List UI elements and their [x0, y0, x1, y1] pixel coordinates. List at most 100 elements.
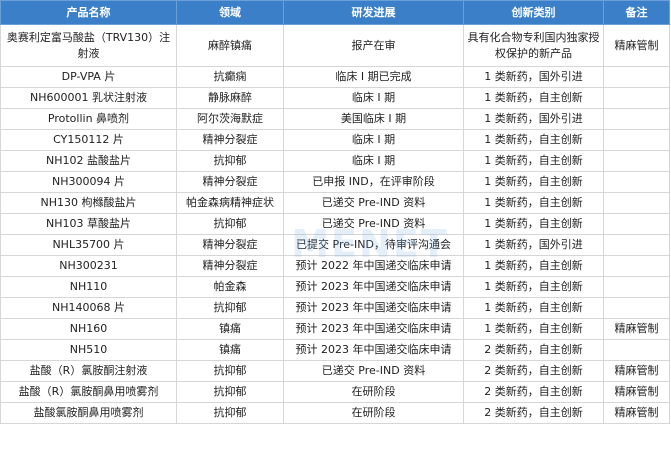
cell-field: 静脉麻醉 — [176, 87, 284, 109]
cell-innovation-category: 1 类新药，自主创新 — [463, 87, 604, 109]
cell-remark — [603, 255, 670, 277]
cell-field: 精神分裂症 — [176, 129, 284, 151]
cell-remark — [603, 150, 670, 172]
cell-innovation-category: 2 类新药，自主创新 — [463, 402, 604, 424]
cell-innovation-category: 1 类新药，自主创新 — [463, 213, 604, 235]
cell-progress: 报产在审 — [283, 24, 464, 67]
cell-field: 镇痛 — [176, 339, 284, 361]
header-innovation-category: 创新类别 — [463, 0, 604, 25]
cell-field: 抗抑郁 — [176, 402, 284, 424]
cell-innovation-category: 1 类新药，自主创新 — [463, 255, 604, 277]
table-row: NH102 盐酸盐片 抗抑郁 临床 I 期1 类新药，自主创新 — [0, 150, 670, 172]
cell-product-name: NH600001 乳状注射液 — [0, 87, 177, 109]
cell-product-name: NH103 草酸盐片 — [0, 213, 177, 235]
cell-remark: 精麻管制 — [603, 318, 670, 340]
header-progress: 研发进展 — [283, 0, 464, 25]
cell-field: 麻醉镇痛 — [176, 24, 284, 67]
cell-remark: 精麻管制 — [603, 24, 670, 67]
table-row: NH300094 片精神分裂症 已申报 IND，在评审阶段 1 类新药，自主创新 — [0, 171, 670, 193]
cell-product-name: Protollin 鼻喷剂 — [0, 108, 177, 130]
cell-product-name: 奥赛利定富马酸盐（TRV130）注射液 — [0, 24, 177, 67]
cell-product-name: NH300094 片 — [0, 171, 177, 193]
cell-progress: 已申报 IND，在评审阶段 — [283, 171, 464, 193]
cell-product-name: 盐酸（R）氯胺酮鼻用喷雾剂 — [0, 381, 177, 403]
table-row: 奥赛利定富马酸盐（TRV130）注射液 麻醉镇痛 报产在审 具有化合物专利国内独家授权… — [0, 24, 670, 67]
cell-product-name: NH300231 — [0, 255, 177, 277]
cell-remark — [603, 234, 670, 256]
cell-remark — [603, 66, 670, 88]
cell-progress: 已提交 Pre-IND，待审评沟通会 — [283, 234, 464, 256]
cell-field: 帕金森 — [176, 276, 284, 298]
cell-progress: 预计 2023 年中国递交临床申请 — [283, 318, 464, 340]
cell-remark — [603, 129, 670, 151]
cell-progress: 临床 I 期已完成 — [283, 66, 464, 88]
cell-field: 帕金森病精神症状 — [176, 192, 284, 214]
cell-field: 精神分裂症 — [176, 234, 284, 256]
cell-remark: 精麻管制 — [603, 381, 670, 403]
cell-remark — [603, 276, 670, 298]
cell-innovation-category: 1 类新药，自主创新 — [463, 150, 604, 172]
cell-innovation-category: 1 类新药，自主创新 — [463, 129, 604, 151]
table-row: NHL35700 片精神分裂症 已提交 Pre-IND，待审评沟通会 1 类新药，国… — [0, 234, 670, 256]
table-row: NH600001 乳状注射液 静脉麻醉 临床 I 期1 类新药，自主创新 — [0, 87, 670, 109]
table-row: NH300231 精神分裂症 预计 2022 年中国递交临床申请 1 类新药，自主创新 — [0, 255, 670, 277]
cell-progress: 预计 2022 年中国递交临床申请 — [283, 255, 464, 277]
cell-innovation-category: 具有化合物专利国内独家授权保护的新产品 — [463, 24, 604, 67]
cell-field: 抗癫痫 — [176, 66, 284, 88]
cell-innovation-category: 1 类新药，国外引进 — [463, 66, 604, 88]
cell-progress: 临床 I 期 — [283, 87, 464, 109]
cell-remark: 精麻管制 — [603, 402, 670, 424]
cell-product-name: DP-VPA 片 — [0, 66, 177, 88]
cell-field: 精神分裂症 — [176, 255, 284, 277]
cell-product-name: NH510 — [0, 339, 177, 361]
table-row: NH140068 片抗抑郁 预计 2023 年中国递交临床申请 1 类新药，自主创新 — [0, 297, 670, 319]
cell-progress: 预计 2023 年中国递交临床申请 — [283, 276, 464, 298]
cell-progress: 美国临床 I 期 — [283, 108, 464, 130]
cell-progress: 已递交 Pre-IND 资料 — [283, 360, 464, 382]
table-row: NH160 镇痛 预计 2023 年中国递交临床申请 1 类新药，自主创新 精麻管制 — [0, 318, 670, 340]
table-header: 产品名称 领域 研发进展 创新类别 备注 — [0, 0, 670, 25]
cell-innovation-category: 1 类新药，国外引进 — [463, 234, 604, 256]
cell-field: 抗抑郁 — [176, 381, 284, 403]
cell-remark — [603, 213, 670, 235]
cell-product-name: NHL35700 片 — [0, 234, 177, 256]
table-row: NH103 草酸盐片 抗抑郁 已递交 Pre-IND 资料 1 类新药，自主创新 — [0, 213, 670, 235]
cell-progress: 预计 2023 年中国递交临床申请 — [283, 339, 464, 361]
cell-product-name: 盐酸氯胺酮鼻用喷雾剂 — [0, 402, 177, 424]
table-row: DP-VPA 片抗癫痫 临床 I 期已完成 1 类新药，国外引进 — [0, 66, 670, 88]
table-row: NH110 帕金森 预计 2023 年中国递交临床申请 1 类新药，自主创新 — [0, 276, 670, 298]
cell-field: 抗抑郁 — [176, 213, 284, 235]
cell-innovation-category: 1 类新药，自主创新 — [463, 276, 604, 298]
cell-remark: 精麻管制 — [603, 360, 670, 382]
cell-innovation-category: 2 类新药，自主创新 — [463, 381, 604, 403]
cell-product-name: 盐酸（R）氯胺酮注射液 — [0, 360, 177, 382]
cell-field: 抗抑郁 — [176, 360, 284, 382]
cell-progress: 临床 I 期 — [283, 150, 464, 172]
cell-product-name: NH110 — [0, 276, 177, 298]
cell-product-name: NH140068 片 — [0, 297, 177, 319]
cell-field: 抗抑郁 — [176, 150, 284, 172]
cell-progress: 在研阶段 — [283, 402, 464, 424]
cell-remark — [603, 87, 670, 109]
cell-innovation-category: 2 类新药，自主创新 — [463, 360, 604, 382]
header-row: 产品名称 领域 研发进展 创新类别 备注 — [0, 0, 670, 25]
cell-field: 抗抑郁 — [176, 297, 284, 319]
table-body: 奥赛利定富马酸盐（TRV130）注射液 麻醉镇痛 报产在审 具有化合物专利国内独家授权… — [0, 24, 670, 424]
cell-remark — [603, 297, 670, 319]
cell-progress: 预计 2023 年中国递交临床申请 — [283, 297, 464, 319]
header-field: 领域 — [176, 0, 284, 25]
cell-innovation-category: 2 类新药，自主创新 — [463, 339, 604, 361]
cell-progress: 已递交 Pre-IND 资料 — [283, 213, 464, 235]
cell-field: 镇痛 — [176, 318, 284, 340]
cell-innovation-category: 1 类新药，自主创新 — [463, 192, 604, 214]
header-remark: 备注 — [603, 0, 670, 25]
table-row: Protollin 鼻喷剂 阿尔茨海默症 美国临床 I 期1 类新药，国外引进 — [0, 108, 670, 130]
cell-product-name: NH102 盐酸盐片 — [0, 150, 177, 172]
cell-remark — [603, 192, 670, 214]
cell-remark — [603, 108, 670, 130]
cell-product-name: NH130 枸橼酸盐片 — [0, 192, 177, 214]
cell-remark — [603, 339, 670, 361]
cell-remark — [603, 171, 670, 193]
cell-product-name: NH160 — [0, 318, 177, 340]
cell-progress: 已递交 Pre-IND 资料 — [283, 192, 464, 214]
